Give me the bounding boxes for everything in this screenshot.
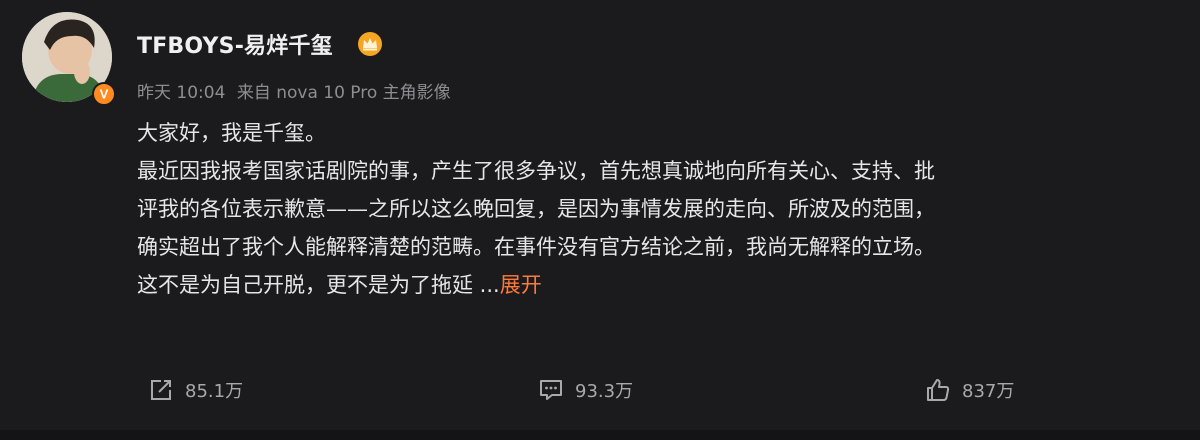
card-divider: [0, 430, 1200, 440]
body-line: 确实超出了我个人能解释清楚的范畴。在事件没有官方结论之前，我尚无解释的立场。: [137, 235, 935, 259]
post-source: 来自 nova 10 Pro 主角影像: [236, 83, 451, 103]
post-time[interactable]: 昨天 10:04: [137, 83, 225, 103]
comment-count: 93.3万: [575, 381, 634, 402]
body-line: 大家好，我是千玺。: [137, 121, 326, 145]
body-line: 最近因我报考国家话剧院的事，产生了很多争议，首先想真诚地向所有关心、支持、批: [137, 159, 935, 183]
like-button[interactable]: 837万: [924, 372, 1014, 408]
comment-button[interactable]: 93.3万: [537, 372, 633, 408]
like-count: 837万: [962, 381, 1015, 402]
thumbs-up-icon: [927, 379, 950, 401]
body-line-last: 这不是为自己开脱，更不是为了拖延 ...展开: [137, 266, 1167, 304]
svg-text:V: V: [100, 87, 109, 102]
post-body: 大家好，我是千玺。 最近因我报考国家话剧院的事，产生了很多争议，首先想真诚地向所…: [137, 114, 1167, 304]
body-line: 评我的各位表示歉意——之所以这么晚回复，是因为事情发展的走向、所波及的范围，: [137, 197, 935, 221]
repost-button[interactable]: 85.1万: [147, 372, 243, 408]
author-name[interactable]: TFBOYS-易烊千玺: [137, 28, 333, 60]
expand-link[interactable]: 展开: [500, 273, 542, 297]
author-avatar[interactable]: V: [22, 12, 118, 108]
action-bar: 85.1万 93.3万 837万: [0, 372, 1200, 408]
repost-count: 85.1万: [185, 381, 244, 402]
body-line: 这不是为自己开脱，更不是为了拖延 ...: [137, 273, 500, 297]
comment-icon: [540, 380, 562, 400]
post-meta: 昨天 10:04 来自 nova 10 Pro 主角影像: [137, 78, 457, 103]
weibo-post-card: V TFBOYS-易烊千玺 昨天 10:04 来自 nova 10 Pro 主角…: [0, 0, 1200, 440]
crown-icon[interactable]: [357, 31, 383, 57]
share-icon: [151, 380, 171, 400]
verified-v-badge-icon: V: [92, 82, 116, 106]
